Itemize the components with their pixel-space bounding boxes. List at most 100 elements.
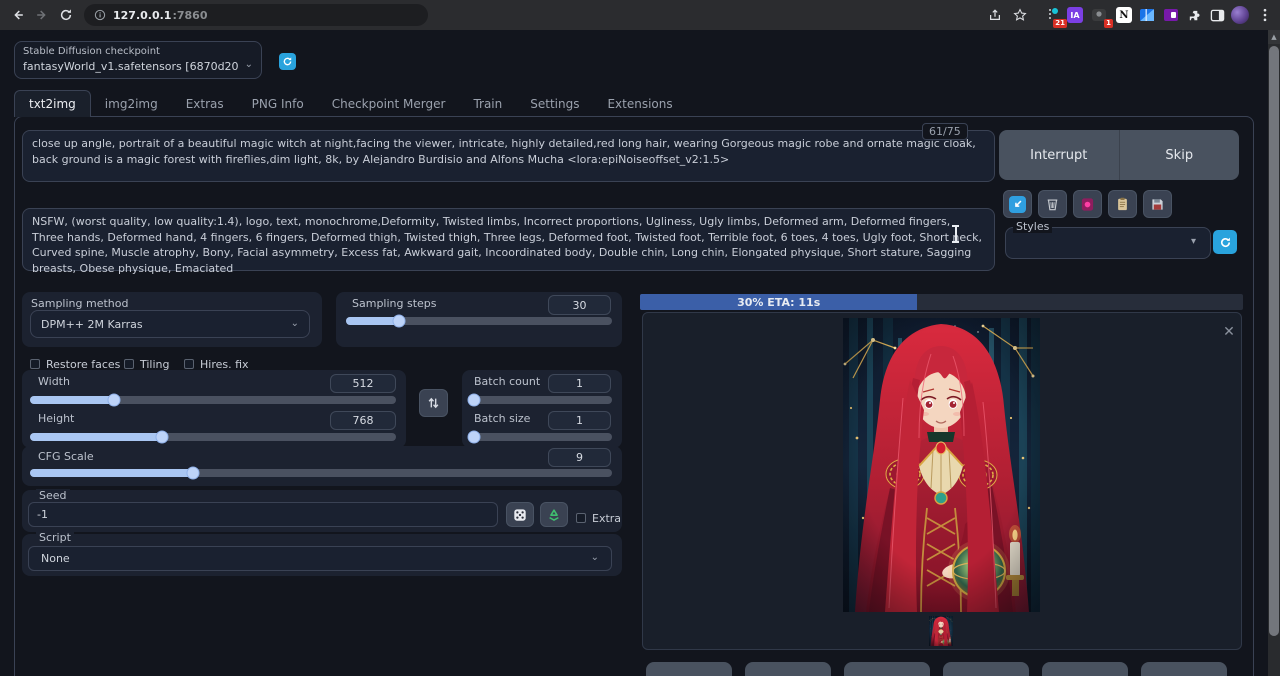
tab-checkpoint-merger[interactable]: Checkpoint Merger	[318, 91, 460, 117]
scrollbar-up-icon[interactable]: ▲	[1268, 30, 1280, 44]
share-icon[interactable]	[985, 5, 1005, 25]
extra-networks-button[interactable]	[1073, 190, 1102, 218]
output-action-button-2[interactable]	[745, 662, 831, 676]
width-label: Width	[38, 375, 70, 388]
menu-dots-icon[interactable]	[1256, 6, 1274, 24]
address-bar[interactable]: 127.0.0.1 :7860	[84, 4, 428, 26]
url-host: 127.0.0.1	[113, 9, 171, 22]
checkpoint-refresh-button[interactable]	[279, 53, 296, 70]
app-window: 127.0.0.1 :7860 21 IA 1 N	[0, 0, 1280, 676]
output-actions-row	[646, 662, 1246, 676]
prompt-text: close up angle, portrait of a beautiful …	[23, 131, 994, 172]
script-dropdown[interactable]: None ⌄	[28, 546, 612, 571]
output-action-button-1[interactable]	[646, 662, 732, 676]
ext-notion-icon[interactable]: N	[1115, 6, 1133, 24]
sampling-steps-label: Sampling steps	[352, 297, 437, 310]
styles-refresh-button[interactable]	[1213, 230, 1237, 254]
batch-size-label: Batch size	[474, 412, 530, 425]
tab-img2img[interactable]: img2img	[91, 91, 172, 117]
extensions-puzzle-icon[interactable]	[1185, 6, 1203, 24]
cfg-block	[22, 446, 622, 486]
browser-toolbar: 127.0.0.1 :7860 21 IA 1 N	[0, 0, 1280, 30]
batch-size-value: 1	[576, 414, 583, 427]
clipboard-icon	[1116, 197, 1129, 211]
bookmark-star-icon[interactable]	[1010, 5, 1030, 25]
sampling-steps-value: 30	[573, 299, 587, 312]
script-label: Script	[36, 531, 74, 544]
sampling-method-dropdown[interactable]: DPM++ 2M Karras ⌄	[30, 310, 310, 338]
styles-label: Styles	[1013, 220, 1052, 233]
interrupt-button[interactable]: Interrupt	[999, 130, 1120, 180]
reload-icon[interactable]	[56, 5, 76, 25]
sampling-steps-slider[interactable]	[346, 317, 612, 325]
output-action-button-3[interactable]	[844, 662, 930, 676]
ext-pin-badge: 21	[1053, 19, 1067, 28]
tab-settings[interactable]: Settings	[516, 91, 593, 117]
tab-train[interactable]: Train	[459, 91, 516, 117]
prompt-textarea[interactable]: close up angle, portrait of a beautiful …	[22, 130, 995, 182]
generate-controls: Interrupt Skip	[999, 130, 1239, 180]
swap-dimensions-button[interactable]	[419, 389, 448, 417]
back-icon[interactable]	[8, 5, 28, 25]
profile-avatar[interactable]	[1231, 6, 1249, 24]
width-input[interactable]: 512	[330, 374, 396, 393]
clear-prompt-button[interactable]	[1038, 190, 1067, 218]
paste-params-button[interactable]	[1003, 190, 1032, 218]
batch-count-slider[interactable]	[468, 396, 612, 404]
seed-value: -1	[37, 508, 48, 521]
output-action-button-5[interactable]	[1042, 662, 1128, 676]
script-value: None	[41, 552, 70, 565]
tab-extras[interactable]: Extras	[172, 91, 238, 117]
ext-pin-icon[interactable]: 21	[1044, 6, 1062, 24]
ext-camera-badge: 1	[1104, 19, 1113, 28]
token-counter: 61/75	[922, 123, 968, 140]
gallery-thumbnail[interactable]	[929, 616, 953, 646]
batch-size-input[interactable]: 1	[548, 411, 611, 430]
chevron-down-icon: ⌄	[291, 318, 299, 329]
chevron-down-icon: ▾	[1191, 236, 1196, 247]
close-icon[interactable]: ✕	[1221, 324, 1237, 340]
generated-image[interactable]	[843, 318, 1040, 612]
random-seed-button[interactable]	[506, 502, 534, 527]
batch-size-slider[interactable]	[468, 433, 612, 441]
height-input[interactable]: 768	[330, 411, 396, 430]
side-panel-icon[interactable]	[1208, 6, 1226, 24]
checkpoint-label: Stable Diffusion checkpoint	[23, 46, 160, 57]
tab-txt2img[interactable]: txt2img	[14, 90, 91, 117]
width-slider[interactable]	[30, 396, 396, 404]
ext-ia-icon[interactable]: IA	[1066, 6, 1084, 24]
scrollbar-thumb[interactable]	[1269, 46, 1279, 636]
cfg-scale-input[interactable]: 9	[548, 448, 611, 467]
site-info-icon[interactable]	[94, 9, 106, 21]
sampling-steps-input[interactable]: 30	[548, 295, 611, 315]
progress-text: 30% ETA: 11s	[737, 296, 820, 309]
negative-prompt-textarea[interactable]: NSFW, (worst quality, low quality:1.4), …	[22, 208, 995, 271]
forward-icon[interactable]	[32, 5, 52, 25]
ext-window-icon[interactable]	[1138, 6, 1156, 24]
output-action-button-4[interactable]	[943, 662, 1029, 676]
flower-card-icon	[1080, 197, 1095, 212]
checkpoint-dropdown[interactable]: Stable Diffusion checkpoint fantasyWorld…	[14, 41, 262, 79]
seed-input[interactable]: -1	[28, 502, 498, 527]
tab-png-info[interactable]: PNG Info	[238, 91, 318, 117]
ext-purple-icon[interactable]	[1162, 6, 1180, 24]
cfg-scale-label: CFG Scale	[38, 450, 94, 463]
reuse-seed-button[interactable]	[540, 502, 568, 527]
main-tabs: txt2img img2img Extras PNG Info Checkpoi…	[14, 89, 687, 117]
chevron-down-icon: ⌄	[591, 552, 599, 563]
save-style-button[interactable]	[1143, 190, 1172, 218]
chevron-down-icon: ⌄	[245, 59, 253, 70]
output-action-button-6[interactable]	[1141, 662, 1227, 676]
seed-extra-checkbox[interactable]: Extra	[576, 507, 621, 526]
ext-camera-icon[interactable]: 1	[1090, 6, 1108, 24]
batch-count-input[interactable]: 1	[548, 374, 611, 393]
generation-progressbar: 30% ETA: 11s	[640, 294, 1243, 310]
sampling-method-label: Sampling method	[31, 297, 128, 310]
tab-extensions[interactable]: Extensions	[593, 91, 686, 117]
seed-label: Seed	[36, 489, 70, 502]
apply-styles-button[interactable]	[1108, 190, 1137, 218]
cfg-scale-slider[interactable]	[30, 469, 612, 477]
skip-button[interactable]: Skip	[1120, 130, 1240, 180]
height-slider[interactable]	[30, 433, 396, 441]
batch-count-value: 1	[576, 377, 583, 390]
